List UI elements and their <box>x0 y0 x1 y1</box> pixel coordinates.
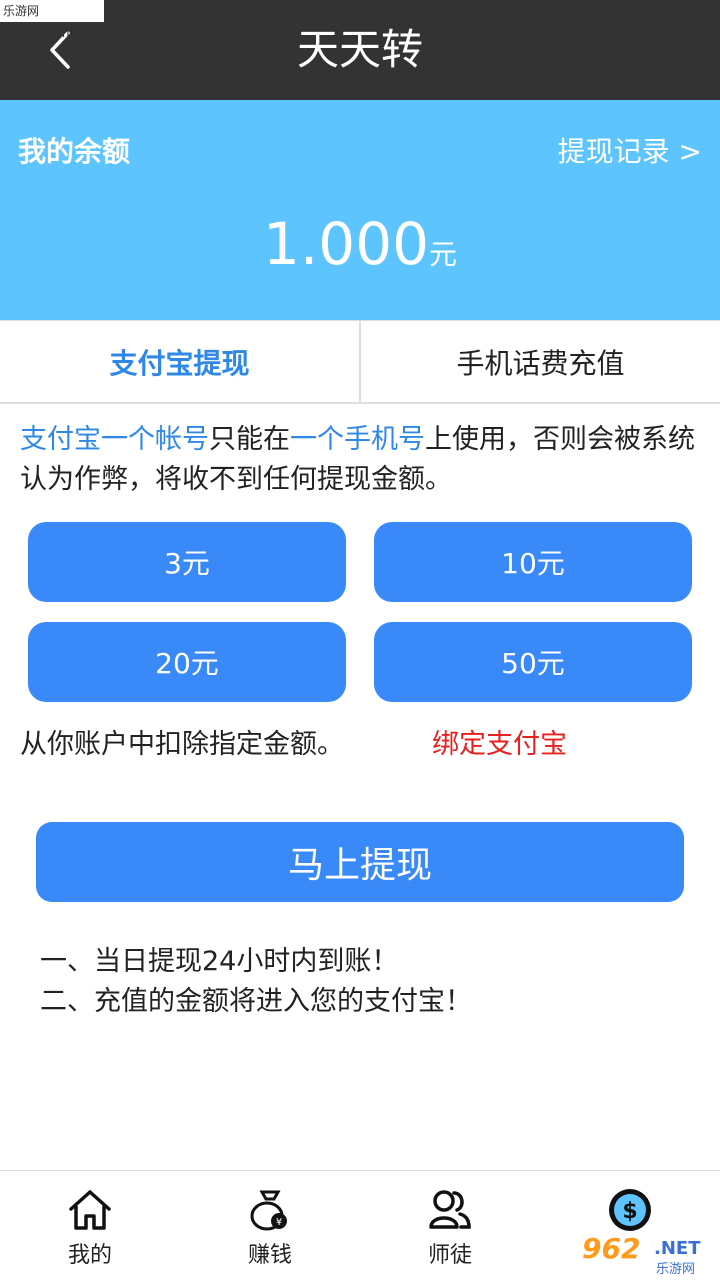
watermark-number: 962 <box>582 1232 641 1265</box>
watermark-domain: .NET <box>654 1238 701 1259</box>
nav-label: 师徒 <box>427 1243 472 1268</box>
deduct-hint: 从你账户中扣除指定金额。 <box>20 729 344 760</box>
balance-unit: 元 <box>429 238 458 271</box>
balance-panel: 我的余额 提现记录 > 1.000元 <box>0 100 720 320</box>
notice-highlight-phone: 一个手机号 <box>290 424 425 455</box>
svg-text:¥: ¥ <box>276 1217 282 1228</box>
page-title: 天天转 <box>296 25 423 74</box>
amount-option-50[interactable]: 50元 <box>374 622 692 702</box>
nav-item-master-apprentice[interactable]: 师徒 <box>360 1171 540 1280</box>
balance-value: 1.000 <box>262 210 430 278</box>
rule-item: 二、充值的金额将进入您的支付宝！ <box>40 986 472 1017</box>
watermark-top-text: 乐游网 www.962.net <box>0 0 104 40</box>
money-bag-icon: ¥ <box>250 1190 287 1231</box>
withdraw-rules: 一、当日提现24小时内到账！ 二、充值的金额将进入您的支付宝！ <box>40 942 472 1022</box>
balance-amount: 1.000元 <box>0 210 720 278</box>
withdraw-history-link[interactable]: 提现记录 > <box>558 130 702 170</box>
nav-item-earn[interactable]: ¥ 赚钱 <box>180 1171 360 1280</box>
home-icon <box>69 1190 111 1230</box>
balance-label: 我的余额 <box>18 135 131 168</box>
bind-alipay-link[interactable]: 绑定支付宝 <box>432 722 567 761</box>
amount-option-10[interactable]: 10元 <box>374 522 692 602</box>
rule-item: 一、当日提现24小时内到账！ <box>40 946 399 977</box>
notice-text: 只能在 <box>209 424 290 455</box>
tab-alipay-withdraw[interactable]: 支付宝提现 <box>0 321 361 402</box>
watermark-cn: 乐游网 <box>656 1262 696 1277</box>
nav-label: 赚钱 <box>247 1243 292 1268</box>
dollar-coin-icon: $ <box>609 1189 651 1231</box>
nav-item-mine[interactable]: 我的 <box>0 1171 180 1280</box>
tab-phone-recharge[interactable]: 手机话费充值 <box>361 321 720 402</box>
nav-label: 我的 <box>67 1243 112 1268</box>
account-notice: 支付宝一个帐号只能在一个手机号上使用，否则会被系统认为作弊，将收不到任何提现金额… <box>20 420 710 500</box>
watermark-logo: 962 .NET 乐游网 <box>582 1232 716 1277</box>
amount-option-3[interactable]: 3元 <box>28 522 346 602</box>
withdraw-now-button[interactable]: 马上提现 <box>36 822 684 902</box>
withdraw-tabs: 支付宝提现 手机话费充值 <box>0 320 720 404</box>
notice-highlight-account: 支付宝一个帐号 <box>20 424 209 455</box>
svg-text:$: $ <box>622 1199 637 1224</box>
users-icon <box>429 1190 471 1229</box>
amount-option-20[interactable]: 20元 <box>28 622 346 702</box>
app-header: 天天转 <box>0 0 720 100</box>
